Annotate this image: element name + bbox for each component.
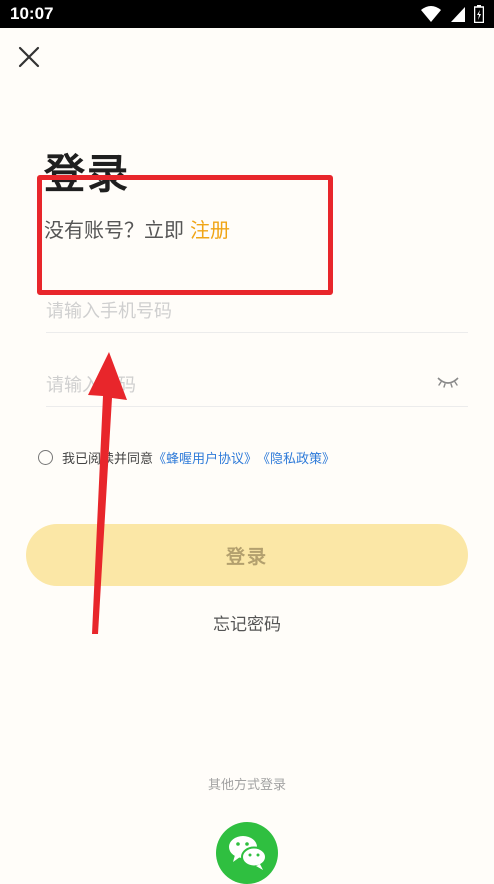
- phone-input[interactable]: [46, 296, 416, 326]
- password-input[interactable]: [46, 370, 416, 400]
- status-time: 10:07: [10, 4, 54, 23]
- wechat-icon: [229, 836, 267, 870]
- close-button[interactable]: [16, 44, 42, 70]
- close-icon: [18, 46, 40, 68]
- other-login-methods-label: 其他方式登录: [207, 778, 286, 793]
- phone-field: [46, 288, 468, 333]
- battery-icon: [474, 5, 484, 23]
- agreement-prefix: 我已阅读并同意: [62, 452, 154, 467]
- agreement-row: 我已阅读并同意 《蜂喔用户协议》 《隐私政策》: [38, 448, 335, 467]
- status-bar: 10:07: [0, 0, 494, 28]
- page-title: 登录: [44, 150, 130, 198]
- login-button[interactable]: 登录: [26, 524, 468, 586]
- forgot-password-link[interactable]: 忘记密码: [0, 610, 494, 635]
- privacy-policy-link[interactable]: 《隐私政策》: [257, 448, 335, 467]
- agreement-radio[interactable]: [38, 450, 53, 465]
- signal-icon: [450, 7, 465, 22]
- user-agreement-link[interactable]: 《蜂喔用户协议》: [153, 448, 257, 467]
- annotation-arrow: [88, 352, 127, 634]
- wechat-login-button[interactable]: [216, 822, 278, 884]
- password-field: [46, 362, 468, 407]
- wifi-icon: [420, 6, 441, 22]
- eye-closed-icon[interactable]: [436, 374, 460, 390]
- register-link[interactable]: 注册: [190, 218, 230, 242]
- status-icons: [417, 5, 484, 23]
- register-prompt-text: 没有账号？立即: [44, 218, 184, 242]
- register-prompt-line: 没有账号？立即 注册: [44, 214, 230, 243]
